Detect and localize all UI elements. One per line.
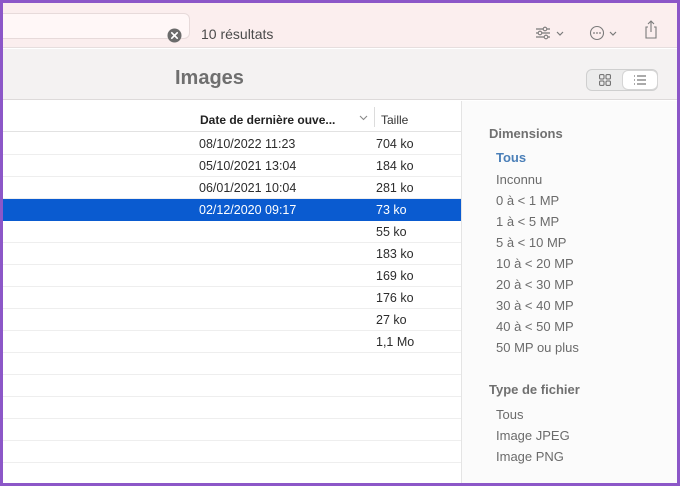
row-size: 1,1 Mo bbox=[376, 335, 415, 349]
empty-row bbox=[3, 419, 461, 441]
filter-dimensions-40-50mp[interactable]: 40 à < 50 MP bbox=[496, 319, 574, 334]
row-size: 184 ko bbox=[376, 159, 414, 173]
table-row[interactable]: 183 ko bbox=[3, 243, 461, 265]
view-switcher bbox=[586, 69, 658, 91]
file-list: Date de dernière ouve... Taille 08/10/20… bbox=[3, 101, 461, 483]
row-size: 176 ko bbox=[376, 291, 414, 305]
filter-dimensions-1-5mp[interactable]: 1 à < 5 MP bbox=[496, 214, 559, 229]
row-date: 05/10/2021 13:04 bbox=[199, 159, 297, 173]
table-row[interactable]: 55 ko bbox=[3, 221, 461, 243]
search-field[interactable] bbox=[3, 13, 190, 39]
row-date: 02/12/2020 09:17 bbox=[199, 203, 297, 217]
column-header-date[interactable]: Date de dernière ouve... bbox=[200, 113, 335, 127]
filter-dimensions-5-10mp[interactable]: 5 à < 10 MP bbox=[496, 235, 566, 250]
table-row[interactable]: 176 ko bbox=[3, 287, 461, 309]
filter-options-button[interactable] bbox=[535, 22, 565, 44]
clear-search-icon[interactable] bbox=[167, 28, 182, 43]
filter-section-file-type: Type de fichier bbox=[489, 382, 580, 397]
table-row[interactable]: 05/10/2021 13:04 184 ko bbox=[3, 155, 461, 177]
share-icon bbox=[645, 20, 657, 39]
table-row[interactable]: 169 ko bbox=[3, 265, 461, 287]
filter-dimensions-0-1mp[interactable]: 0 à < 1 MP bbox=[496, 193, 559, 208]
filter-dimensions-20-30mp[interactable]: 20 à < 30 MP bbox=[496, 277, 574, 292]
filter-type-png[interactable]: Image PNG bbox=[496, 449, 564, 464]
table-row[interactable]: 1,1 Mo bbox=[3, 331, 461, 353]
row-size: 169 ko bbox=[376, 269, 414, 283]
column-header-size[interactable]: Taille bbox=[381, 113, 408, 127]
share-button[interactable] bbox=[643, 19, 659, 41]
row-date: 06/01/2021 10:04 bbox=[199, 181, 297, 195]
row-size: 281 ko bbox=[376, 181, 414, 195]
list-header: Date de dernière ouve... Taille bbox=[3, 101, 461, 132]
row-size: 704 ko bbox=[376, 137, 414, 151]
filter-type-tous[interactable]: Tous bbox=[496, 407, 523, 422]
grid-view-icon bbox=[599, 74, 611, 86]
more-options-button[interactable] bbox=[589, 22, 619, 44]
row-size: 183 ko bbox=[376, 247, 414, 261]
sort-chevron-down-icon[interactable] bbox=[359, 115, 368, 121]
column-separator[interactable] bbox=[374, 107, 375, 127]
toolbar bbox=[3, 3, 677, 48]
list-view-button[interactable] bbox=[623, 71, 657, 89]
filter-dimensions-50mp-plus[interactable]: 50 MP ou plus bbox=[496, 340, 579, 355]
title-bar bbox=[3, 49, 677, 100]
empty-row bbox=[3, 375, 461, 397]
filter-dimensions-inconnu[interactable]: Inconnu bbox=[496, 172, 542, 187]
row-size: 27 ko bbox=[376, 313, 407, 327]
filter-section-dimensions: Dimensions bbox=[489, 126, 563, 141]
more-options-icon bbox=[589, 25, 617, 41]
filter-dimensions-10-20mp[interactable]: 10 à < 20 MP bbox=[496, 256, 574, 271]
empty-row bbox=[3, 441, 461, 463]
filter-panel bbox=[462, 101, 677, 483]
grid-view-button[interactable] bbox=[588, 71, 622, 89]
table-row[interactable]: 08/10/2022 11:23 704 ko bbox=[3, 133, 461, 155]
row-size: 55 ko bbox=[376, 225, 407, 239]
window-frame: 10 résultats Images Date de dernière ouv… bbox=[0, 0, 680, 486]
results-count: 10 résultats bbox=[201, 26, 274, 42]
empty-row bbox=[3, 353, 461, 375]
table-row[interactable]: 06/01/2021 10:04 281 ko bbox=[3, 177, 461, 199]
empty-row bbox=[3, 397, 461, 419]
table-row-selected[interactable]: 02/12/2020 09:17 73 ko bbox=[3, 199, 461, 221]
filter-options-icon bbox=[536, 26, 564, 40]
filter-dimensions-30-40mp[interactable]: 30 à < 40 MP bbox=[496, 298, 574, 313]
table-row[interactable]: 27 ko bbox=[3, 309, 461, 331]
filter-dimensions-tous[interactable]: Tous bbox=[496, 150, 526, 165]
row-date: 08/10/2022 11:23 bbox=[199, 137, 296, 151]
row-size: 73 ko bbox=[376, 203, 407, 217]
filter-type-jpeg[interactable]: Image JPEG bbox=[496, 428, 570, 443]
list-view-icon bbox=[634, 75, 646, 85]
window-title: Images bbox=[175, 67, 244, 89]
